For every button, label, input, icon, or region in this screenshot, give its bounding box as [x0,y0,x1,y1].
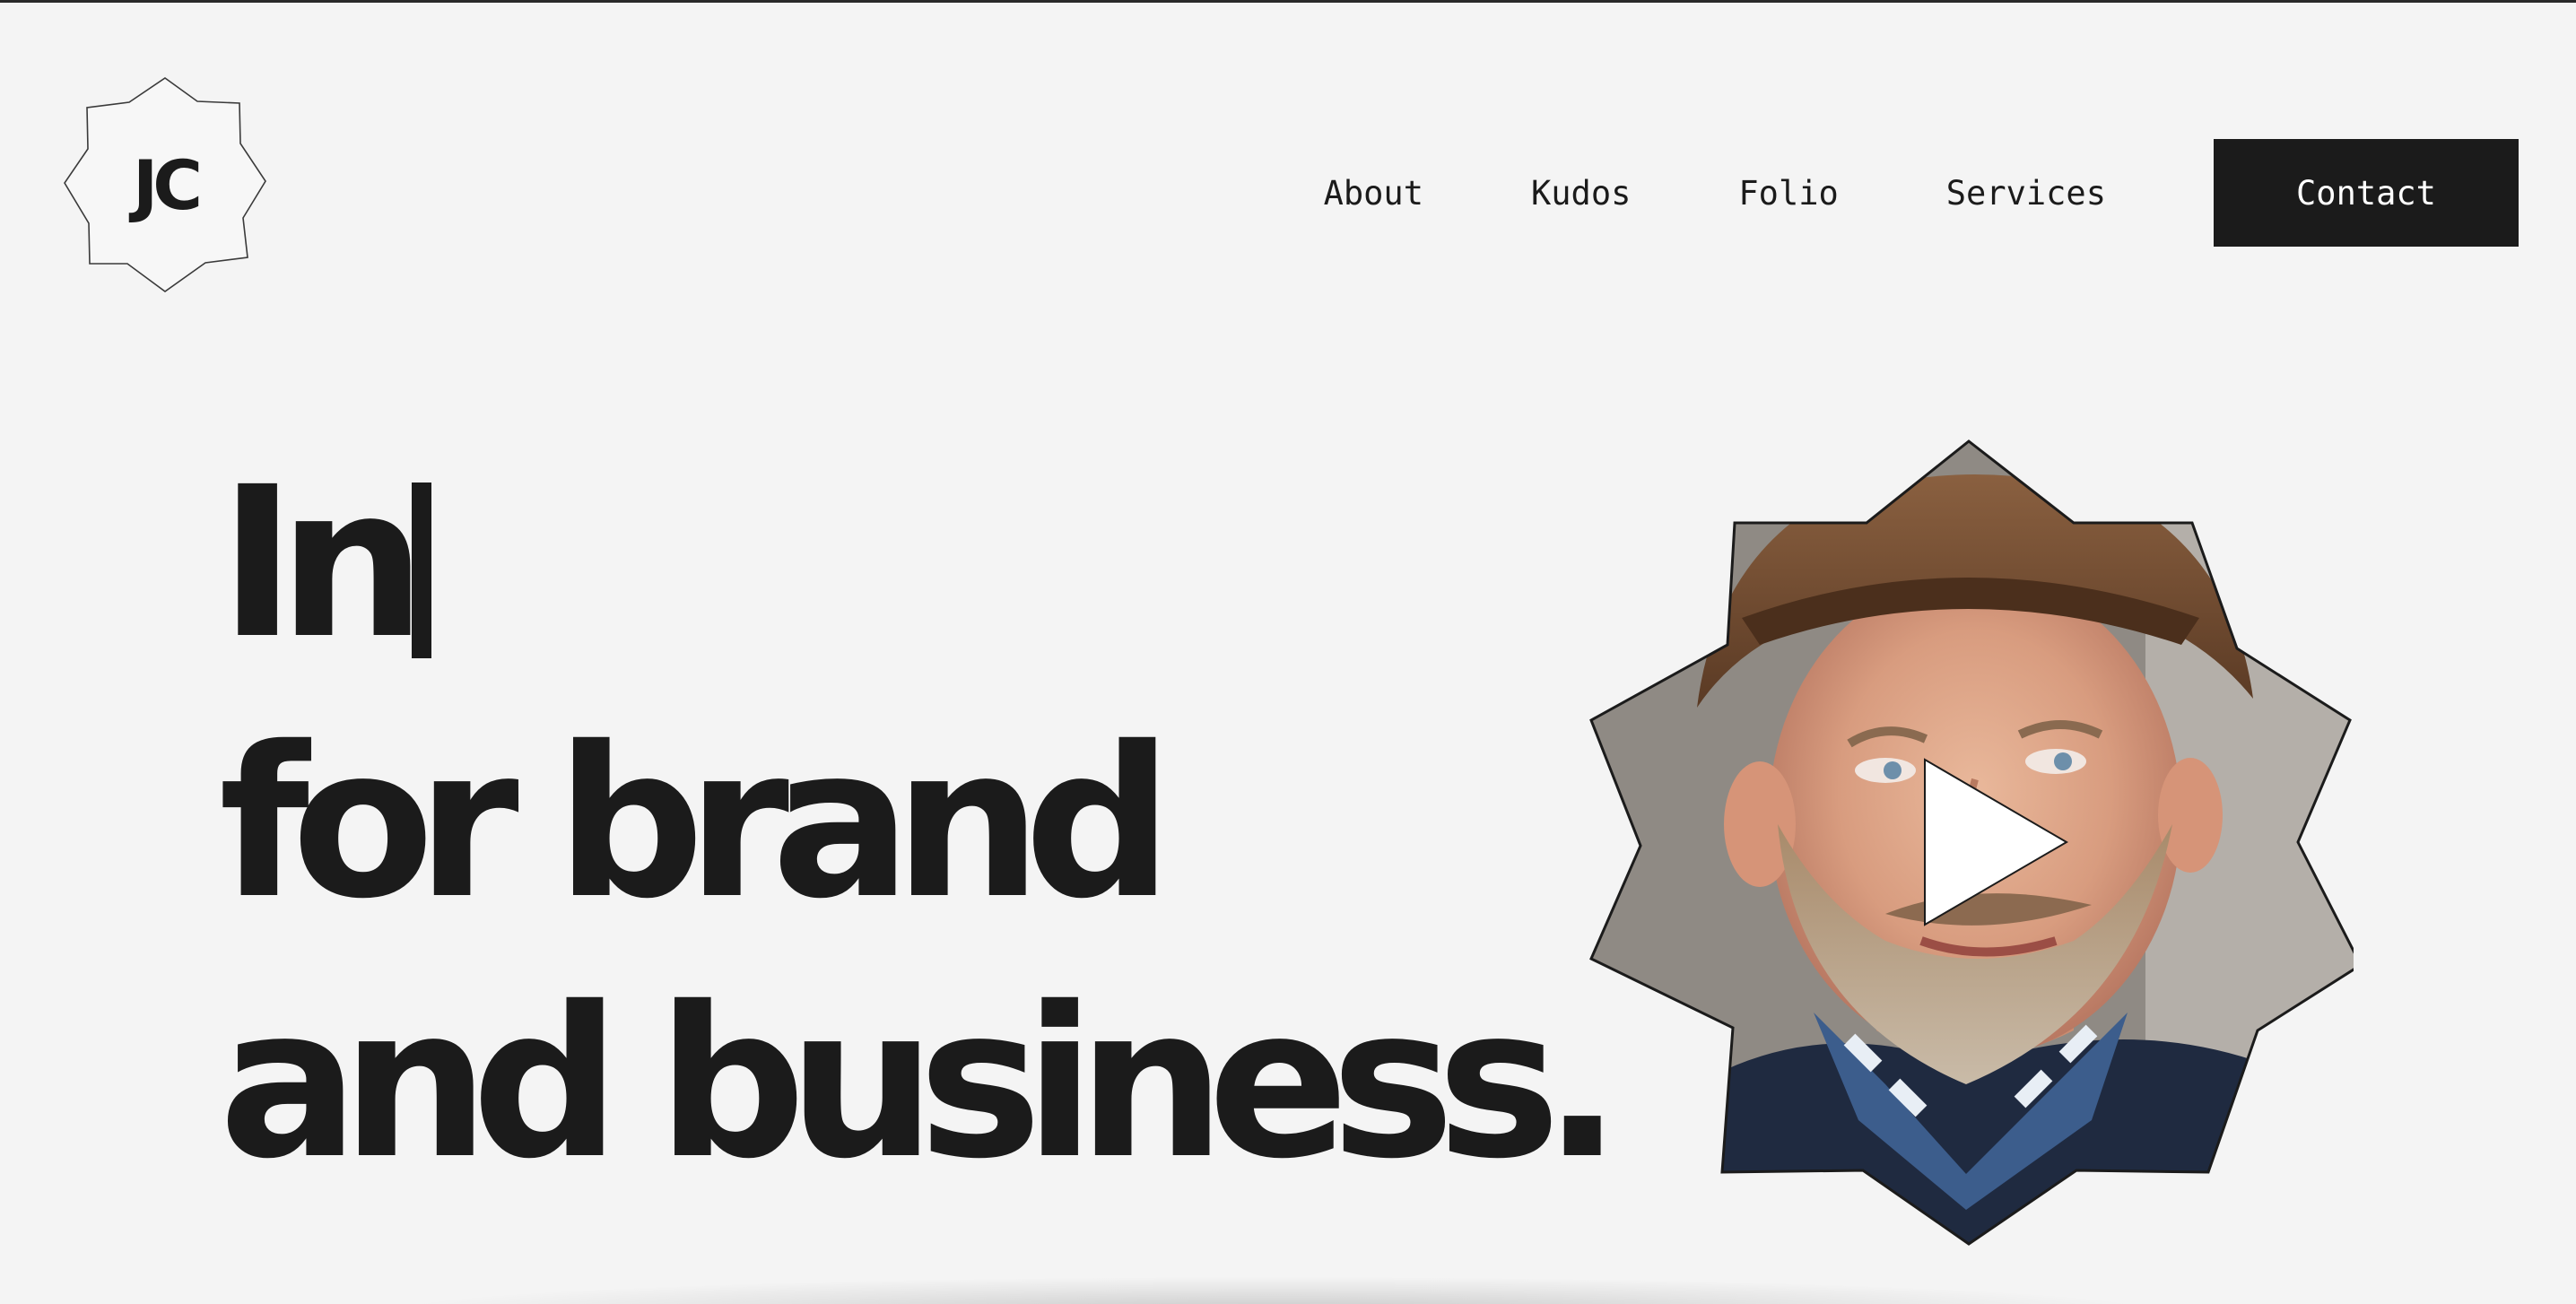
hero-headline: In for brand and business. [219,433,1622,1213]
nav-folio-link[interactable]: Folio [1738,174,1838,213]
contact-button[interactable]: Contact [2214,139,2519,247]
typing-cursor [412,482,432,658]
logo-text: JC [132,144,203,225]
hero-line-2: for brand [219,702,1173,944]
video-thumbnail[interactable] [1589,439,2354,1246]
nav-services-link[interactable]: Services [1946,174,2106,213]
nav-kudos-link[interactable]: Kudos [1531,174,1631,213]
main-nav: About Kudos Folio Services Contact [1324,139,2519,247]
video-star-frame [1589,439,2354,1246]
hero-line-1: In [219,433,1475,693]
hero-line-3: and business. [219,962,1622,1204]
section-shadow [377,1276,2171,1304]
nav-about-link[interactable]: About [1324,174,1423,213]
page: JC About Kudos Folio Services Contact In… [0,0,2576,1304]
logo[interactable]: JC [63,77,267,292]
hero-typed-text: In [219,442,427,684]
